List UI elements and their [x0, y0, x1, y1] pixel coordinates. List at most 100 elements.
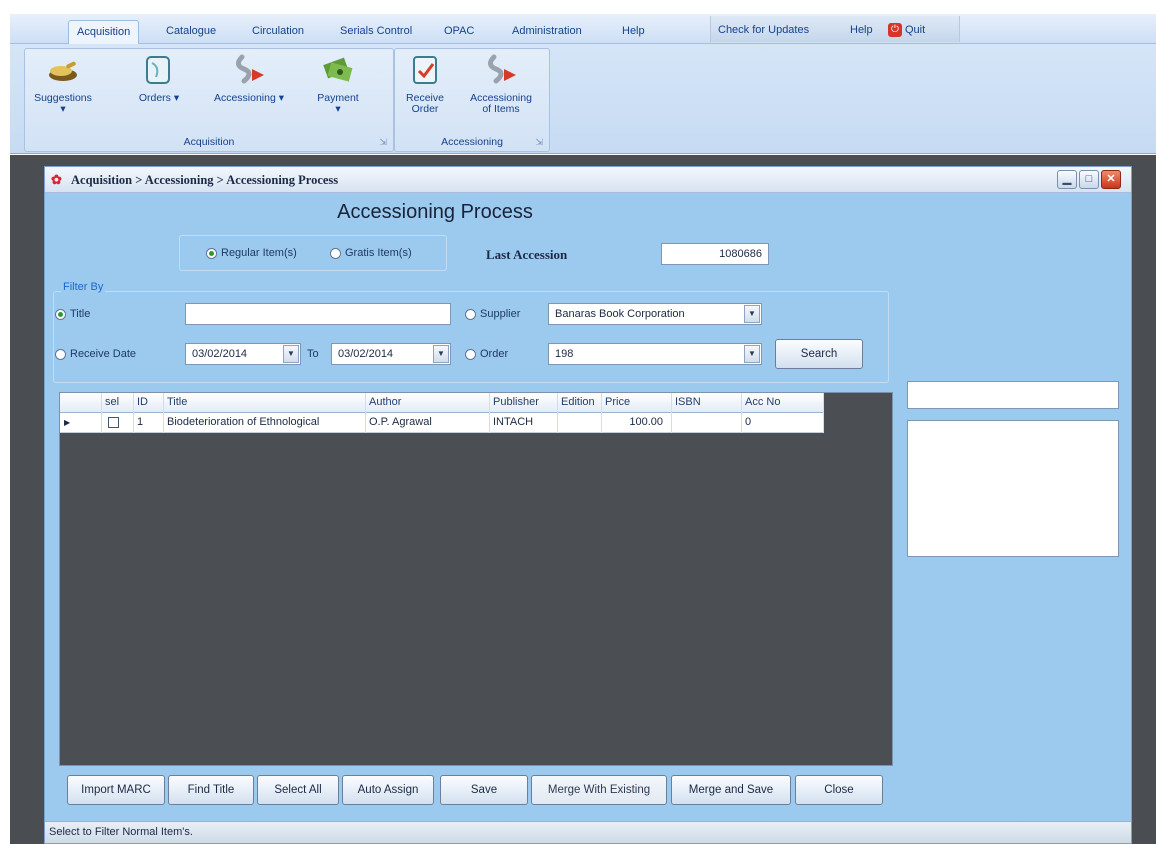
orders-label: Orders [138, 92, 171, 104]
gratis-items-radio[interactable]: Gratis Item(s) [330, 247, 412, 259]
ribbon-group-acquisition: Suggestions ▾ Orders ▾ Accessioning ▾ Pa… [24, 48, 394, 152]
receive-order-label-2: Order [411, 103, 439, 115]
find-title-button[interactable]: Find Title [168, 775, 254, 805]
supplier-filter-radio[interactable]: Supplier [465, 308, 520, 320]
supplier-value: Banaras Book Corporation [555, 308, 685, 320]
help-link[interactable]: Help [850, 20, 873, 42]
close-window-button[interactable]: ✕ [1101, 170, 1121, 189]
dialog-launcher-icon[interactable]: ⇲ [535, 137, 543, 148]
col-edition[interactable]: Edition [558, 393, 602, 413]
supplier-filter-label: Supplier [480, 308, 521, 320]
row-select-checkbox[interactable] [102, 413, 134, 433]
cell-author: O.P. Agrawal [366, 413, 490, 433]
save-button[interactable]: Save [440, 775, 528, 805]
payment-button[interactable]: Payment ▾ [311, 53, 365, 115]
chevron-down-icon[interactable]: ▼ [744, 345, 760, 363]
regular-items-radio[interactable]: Regular Item(s) [206, 247, 297, 259]
suggestions-icon [49, 61, 77, 81]
items-grid[interactable]: sel ID Title Author Publisher Edition Pr… [59, 392, 893, 766]
receive-order-button[interactable]: Receive Order [401, 53, 449, 115]
cell-price: 100.00 [602, 413, 672, 433]
dialog-launcher-icon[interactable]: ⇲ [379, 137, 387, 148]
power-icon: ⏻ [888, 23, 902, 38]
row-pointer-icon: ▶ [60, 413, 102, 433]
dropdown-arrow-icon: ▾ [335, 103, 341, 115]
auto-assign-button[interactable]: Auto Assign [342, 775, 434, 805]
close-button[interactable]: Close [795, 775, 883, 805]
tab-opac[interactable]: OPAC [436, 20, 482, 44]
receive-date-filter-radio[interactable]: Receive Date [55, 348, 136, 360]
check-updates-link[interactable]: Check for Updates [718, 20, 809, 42]
dropdown-arrow-icon: ▾ [173, 92, 180, 104]
minimize-icon: ▁ [1062, 173, 1072, 185]
select-all-button[interactable]: Select All [257, 775, 339, 805]
import-marc-button[interactable]: Import MARC [67, 775, 165, 805]
cell-id: 1 [134, 413, 164, 433]
col-isbn[interactable]: ISBN [672, 393, 742, 413]
date-from-picker[interactable]: 03/02/2014 ▼ [185, 343, 301, 365]
accessioning-icon [236, 54, 264, 84]
col-sel[interactable]: sel [102, 393, 134, 413]
grid-header: sel ID Title Author Publisher Edition Pr… [60, 393, 824, 413]
maximize-icon: □ [1085, 173, 1093, 185]
regular-items-label: Regular Item(s) [221, 247, 297, 259]
accessioning-items-label-2: of Items [482, 103, 520, 115]
calendar-dropdown-icon[interactable]: ▼ [283, 345, 299, 363]
radio-indicator [55, 308, 66, 320]
cell-edition [558, 413, 602, 433]
receive-order-icon [413, 56, 437, 84]
minimize-button[interactable]: ▁ [1057, 170, 1077, 189]
date-to-value: 03/02/2014 [338, 348, 394, 360]
quit-button[interactable]: ⏻ Quit [888, 20, 925, 42]
cell-isbn [672, 413, 742, 433]
side-list-box[interactable] [907, 420, 1119, 557]
item-type-group: Regular Item(s) Gratis Item(s) [179, 235, 447, 271]
order-filter-radio[interactable]: Order [465, 348, 508, 360]
col-publisher[interactable]: Publisher [490, 393, 558, 413]
supplier-select[interactable]: Banaras Book Corporation ▼ [548, 303, 762, 325]
order-value: 198 [555, 348, 574, 360]
order-select[interactable]: 198 ▼ [548, 343, 762, 365]
tab-circulation[interactable]: Circulation [244, 20, 312, 44]
accessioning-items-button[interactable]: Accessioning of Items [461, 53, 541, 115]
title-input[interactable] [185, 303, 451, 325]
filter-legend: Filter By [61, 281, 106, 293]
merge-and-save-button[interactable]: Merge and Save [671, 775, 791, 805]
window-titlebar[interactable]: ✿ Acquisition > Accessioning > Accession… [45, 167, 1131, 193]
ribbon-group-label: Accessioning [441, 136, 503, 148]
col-id[interactable]: ID [134, 393, 164, 413]
table-row[interactable]: ▶ 1 Biodeterioration of Ethnological O.P… [60, 413, 824, 433]
orders-icon [146, 56, 170, 84]
orders-button[interactable]: Orders ▾ [135, 53, 183, 104]
tab-catalogue[interactable]: Catalogue [158, 20, 224, 44]
close-icon: ✕ [1106, 173, 1116, 185]
quit-label: Quit [905, 24, 926, 36]
ribbon-tabbar: Acquisition Catalogue Circulation Serial… [10, 14, 1156, 44]
dropdown-arrow-icon: ▾ [278, 92, 285, 104]
tab-administration[interactable]: Administration [504, 20, 590, 44]
to-label: To [307, 348, 319, 360]
filter-group [53, 291, 889, 383]
ribbon: Acquisition Catalogue Circulation Serial… [10, 14, 1156, 154]
tab-acquisition[interactable]: Acquisition [68, 20, 140, 44]
last-accession-field: 1080686 [661, 243, 769, 265]
tab-serials-control[interactable]: Serials Control [332, 20, 420, 44]
suggestions-button[interactable]: Suggestions ▾ [31, 53, 95, 115]
title-filter-radio[interactable]: Title [55, 308, 90, 320]
radio-indicator [206, 247, 217, 259]
col-author[interactable]: Author [366, 393, 490, 413]
tab-help[interactable]: Help [614, 20, 653, 44]
date-to-picker[interactable]: 03/02/2014 ▼ [331, 343, 451, 365]
cell-acc-no: 0 [742, 413, 824, 433]
maximize-button[interactable]: □ [1079, 170, 1099, 189]
search-button[interactable]: Search [775, 339, 863, 369]
accessioning-button[interactable]: Accessioning ▾ [207, 53, 291, 104]
chevron-down-icon[interactable]: ▼ [744, 305, 760, 323]
calendar-dropdown-icon[interactable]: ▼ [433, 345, 449, 363]
col-price[interactable]: Price [602, 393, 672, 413]
merge-with-existing-button[interactable]: Merge With Existing [531, 775, 667, 805]
col-title[interactable]: Title [164, 393, 366, 413]
col-acc-no[interactable]: Acc No [742, 393, 824, 413]
order-filter-label: Order [480, 348, 509, 360]
side-search-input[interactable] [907, 381, 1119, 409]
